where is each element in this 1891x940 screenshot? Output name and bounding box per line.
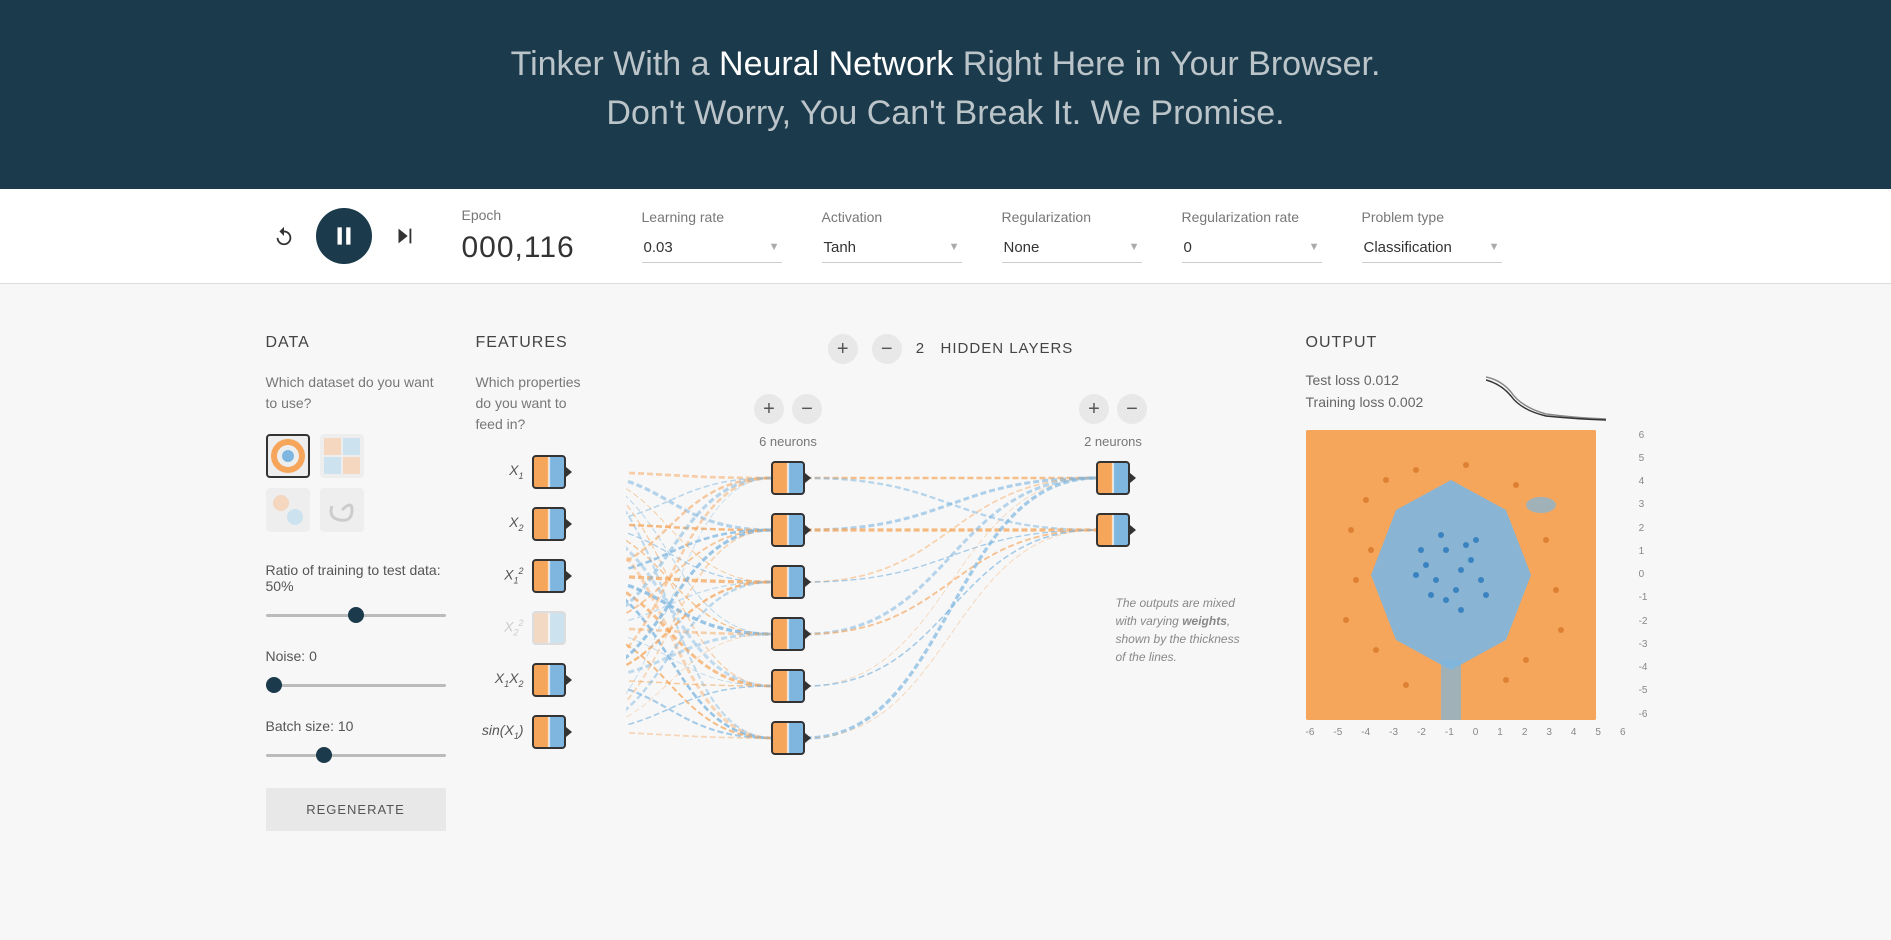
hidden-layer: +− 2 neurons	[1079, 394, 1147, 755]
activation-label: Activation	[822, 209, 962, 225]
network-links	[626, 384, 1276, 755]
output-column: OUTPUT Test loss 0.012 Training loss 0.0…	[1306, 334, 1626, 720]
features-column: FEATURES Which properties do you want to…	[476, 334, 596, 767]
remove-neuron-button[interactable]: −	[1117, 394, 1147, 424]
regularization-select[interactable]: None ▼	[1002, 233, 1142, 263]
neuron-node[interactable]	[771, 565, 805, 599]
batch-slider[interactable]	[266, 754, 446, 757]
batch-label: Batch size: 10	[266, 718, 446, 734]
feature-row: X12	[476, 559, 596, 593]
learning-rate-label: Learning rate	[642, 209, 782, 225]
problem-type-select[interactable]: Classification ▼	[1362, 233, 1502, 263]
neuron-node[interactable]	[771, 617, 805, 651]
neuron-node[interactable]	[771, 461, 805, 495]
reset-button[interactable]	[266, 218, 302, 254]
feature-node[interactable]	[532, 611, 566, 645]
add-neuron-button[interactable]: +	[754, 394, 784, 424]
feature-label: X22	[476, 618, 524, 637]
hidden-layer-label: HIDDEN LAYERS	[941, 340, 1074, 357]
feature-row: X1	[476, 455, 596, 489]
feature-node[interactable]	[532, 559, 566, 593]
feature-node[interactable]	[532, 663, 566, 697]
feature-label: X1X2	[476, 670, 524, 689]
feature-row: X22	[476, 611, 596, 645]
output-heatmap[interactable]	[1306, 430, 1596, 720]
chevron-down-icon: ▼	[769, 241, 780, 253]
page-title: Tinker With a Neural Network Right Here …	[20, 40, 1871, 139]
activation-select[interactable]: Tanh ▼	[822, 233, 962, 263]
neuron-node[interactable]	[771, 513, 805, 547]
pause-icon	[331, 223, 357, 249]
feature-label: X1	[476, 462, 524, 481]
network-column: + − 2 HIDDEN LAYERS +−6 neurons+−2 neuro…	[626, 334, 1276, 755]
reg-rate-label: Regularization rate	[1182, 209, 1322, 225]
loss-chart	[1486, 372, 1606, 422]
feature-row: X1X2	[476, 663, 596, 697]
output-title: OUTPUT	[1306, 334, 1626, 352]
output-x-axis: -6-5-4-3-2-10123456	[1306, 727, 1626, 738]
chevron-down-icon: ▼	[949, 241, 960, 253]
regularization-label: Regularization	[1002, 209, 1142, 225]
neuron-node[interactable]	[1096, 461, 1130, 495]
hidden-layer-count: 2	[916, 340, 925, 357]
ratio-label: Ratio of training to test data: 50%	[266, 562, 446, 594]
noise-slider[interactable]	[266, 684, 446, 687]
dataset-circle[interactable]	[266, 434, 310, 478]
playback-controls	[266, 208, 422, 264]
page-header: Tinker With a Neural Network Right Here …	[0, 0, 1891, 189]
neuron-node[interactable]	[1096, 513, 1130, 547]
problem-type-label: Problem type	[1362, 209, 1502, 225]
add-layer-button[interactable]: +	[828, 334, 858, 364]
hidden-layer: +− 6 neurons	[754, 394, 822, 755]
learning-rate-select[interactable]: 0.03 ▼	[642, 233, 782, 263]
reg-rate-select[interactable]: 0 ▼	[1182, 233, 1322, 263]
feature-label: X2	[476, 514, 524, 533]
feature-node[interactable]	[532, 715, 566, 749]
regenerate-button[interactable]: REGENERATE	[266, 788, 446, 831]
epoch-value: 000,116	[462, 231, 602, 265]
dataset-xor[interactable]	[320, 434, 364, 478]
remove-layer-button[interactable]: −	[872, 334, 902, 364]
features-subtitle: Which properties do you want to feed in?	[476, 372, 596, 435]
feature-label: X12	[476, 566, 524, 585]
feature-row: X2	[476, 507, 596, 541]
ratio-slider[interactable]	[266, 614, 446, 617]
dataset-spiral[interactable]	[320, 488, 364, 532]
reset-icon	[273, 225, 295, 247]
data-title: DATA	[266, 334, 446, 352]
feature-node[interactable]	[532, 507, 566, 541]
chevron-down-icon: ▼	[1489, 241, 1500, 253]
features-title: FEATURES	[476, 334, 596, 352]
neuron-node[interactable]	[771, 721, 805, 755]
step-icon	[393, 225, 415, 247]
noise-label: Noise: 0	[266, 648, 446, 664]
feature-label: sin(X1)	[476, 722, 524, 741]
dataset-gauss[interactable]	[266, 488, 310, 532]
play-pause-button[interactable]	[316, 208, 372, 264]
add-neuron-button[interactable]: +	[1079, 394, 1109, 424]
epoch-label: Epoch	[462, 207, 602, 223]
remove-neuron-button[interactable]: −	[792, 394, 822, 424]
chevron-down-icon: ▼	[1129, 241, 1140, 253]
step-button[interactable]	[386, 218, 422, 254]
epoch-display: Epoch 000,116	[462, 207, 602, 265]
data-column: DATA Which dataset do you want to use? R…	[266, 334, 446, 831]
controls-bar: Epoch 000,116 Learning rate 0.03 ▼ Activ…	[0, 189, 1891, 284]
feature-node[interactable]	[532, 455, 566, 489]
chevron-down-icon: ▼	[1309, 241, 1320, 253]
output-y-axis: 6543210-1-2-3-4-5-6	[1639, 430, 1648, 720]
neuron-node[interactable]	[771, 669, 805, 703]
layer-neuron-count: 2 neurons	[1084, 434, 1142, 449]
data-subtitle: Which dataset do you want to use?	[266, 372, 446, 414]
feature-row: sin(X1)	[476, 715, 596, 749]
layer-neuron-count: 6 neurons	[759, 434, 817, 449]
dataset-grid	[266, 434, 446, 532]
